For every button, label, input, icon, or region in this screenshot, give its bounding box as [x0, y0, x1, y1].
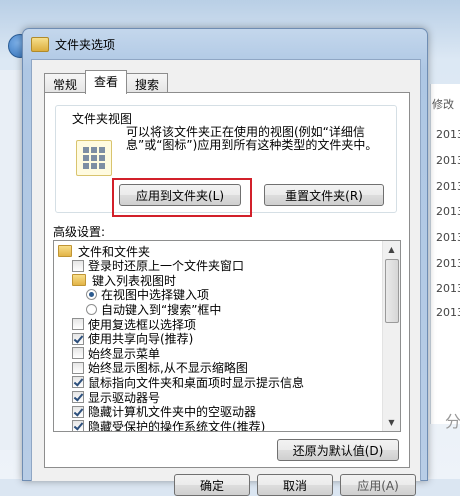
dialog-title: 文件夹选项: [55, 37, 116, 52]
checkbox[interactable]: [72, 318, 84, 330]
cancel-button[interactable]: 取消: [257, 474, 333, 496]
tab-general[interactable]: 常规: [44, 73, 87, 94]
date-cell: 2013: [436, 231, 460, 244]
checkbox[interactable]: [72, 332, 84, 345]
apply-to-folders-button[interactable]: 应用到文件夹(L): [119, 184, 241, 206]
date-cell: 2013: [436, 128, 460, 141]
advanced-setting-item[interactable]: 始终显示菜单: [72, 346, 160, 361]
advanced-setting-item[interactable]: 隐藏受保护的操作系统文件(推荐): [72, 419, 266, 432]
date-cell: 2013: [436, 180, 460, 193]
ok-button[interactable]: 确定: [174, 474, 250, 496]
date-cell: 2013: [436, 282, 460, 295]
dialog-client-area: 常规 查看 搜索 文件夹视图 可以将该文件夹正在使用的视图(例如“详细信息”或“…: [31, 59, 421, 496]
advanced-setting-item[interactable]: 自动键入到“搜索”框中: [86, 302, 221, 317]
advanced-setting-item: 文件和文件夹: [58, 244, 150, 259]
folder-icon: [58, 245, 72, 257]
tab-search[interactable]: 搜索: [126, 73, 169, 94]
advanced-setting-label: 隐藏受保护的操作系统文件(推荐): [88, 419, 266, 432]
checkbox[interactable]: [72, 405, 84, 418]
apply-button[interactable]: 应用(A): [340, 474, 416, 496]
vertical-scrollbar[interactable]: ▲ ▼: [382, 241, 400, 431]
radio-button[interactable]: [86, 289, 97, 301]
checkbox[interactable]: [72, 361, 84, 374]
advanced-setting-item[interactable]: 使用复选框以选择项: [72, 317, 196, 332]
folder-view-icon: [76, 140, 112, 176]
scroll-down-icon[interactable]: ▼: [383, 414, 400, 431]
date-cell: 2013: [436, 257, 460, 270]
checkbox[interactable]: [72, 347, 84, 360]
advanced-setting-item[interactable]: 显示驱动器号: [72, 390, 160, 405]
view-tab-panel: 文件夹视图 可以将该文件夹正在使用的视图(例如“详细信息”或“图标”)应用到所有…: [44, 92, 410, 468]
column-header-modified[interactable]: 修改: [432, 96, 454, 112]
checkbox[interactable]: [72, 391, 84, 403]
title-bar[interactable]: 文件夹选项: [31, 33, 115, 55]
date-cell: 2013: [436, 154, 460, 167]
scrollbar-thumb[interactable]: [385, 259, 399, 323]
checkbox[interactable]: [72, 420, 84, 431]
checkbox[interactable]: [72, 376, 84, 389]
advanced-setting-item[interactable]: 使用共享向导(推荐): [72, 332, 193, 346]
date-cell: 2013: [436, 205, 460, 218]
advanced-setting-item[interactable]: 在视图中选择键入项: [86, 288, 209, 302]
advanced-setting-item: 键入列表视图时: [72, 273, 176, 288]
folder-views-description: 可以将该文件夹正在使用的视图(例如“详细信息”或“图标”)应用到所有这种类型的文…: [126, 125, 378, 152]
advanced-setting-item[interactable]: 始终显示图标,从不显示缩略图: [72, 361, 248, 375]
date-cell: 2013: [436, 306, 460, 319]
folder-views-title: 文件夹视图: [70, 110, 135, 127]
folder-options-dialog: 文件夹选项 常规 查看 搜索 文件夹视图 可以将该文件夹正在使用的视图(例如“详…: [22, 28, 428, 496]
bottom-right-label: 分: [445, 412, 460, 431]
radio-button[interactable]: [86, 303, 97, 315]
advanced-settings-label: 高级设置:: [53, 225, 106, 239]
folder-icon: [72, 274, 86, 287]
advanced-setting-item[interactable]: 登录时还原上一个文件夹窗口: [72, 259, 244, 273]
tab-strip: 常规 查看 搜索: [44, 70, 169, 94]
checkbox[interactable]: [72, 259, 84, 272]
folder-icon: [31, 36, 49, 52]
tab-view[interactable]: 查看: [85, 70, 128, 94]
advanced-setting-item[interactable]: 隐藏计算机文件夹中的空驱动器: [72, 405, 256, 419]
reset-folders-button[interactable]: 重置文件夹(R): [264, 184, 384, 206]
restore-defaults-button[interactable]: 还原为默认值(D): [277, 439, 399, 461]
advanced-settings-list[interactable]: 文件和文件夹 登录时还原上一个文件夹窗口 键入列表视图时 在视图中选择键入项 自动键入到…: [53, 240, 401, 432]
scroll-up-icon[interactable]: ▲: [383, 241, 400, 258]
advanced-setting-item[interactable]: 鼠标指向文件夹和桌面项时显示提示信息: [72, 375, 304, 390]
